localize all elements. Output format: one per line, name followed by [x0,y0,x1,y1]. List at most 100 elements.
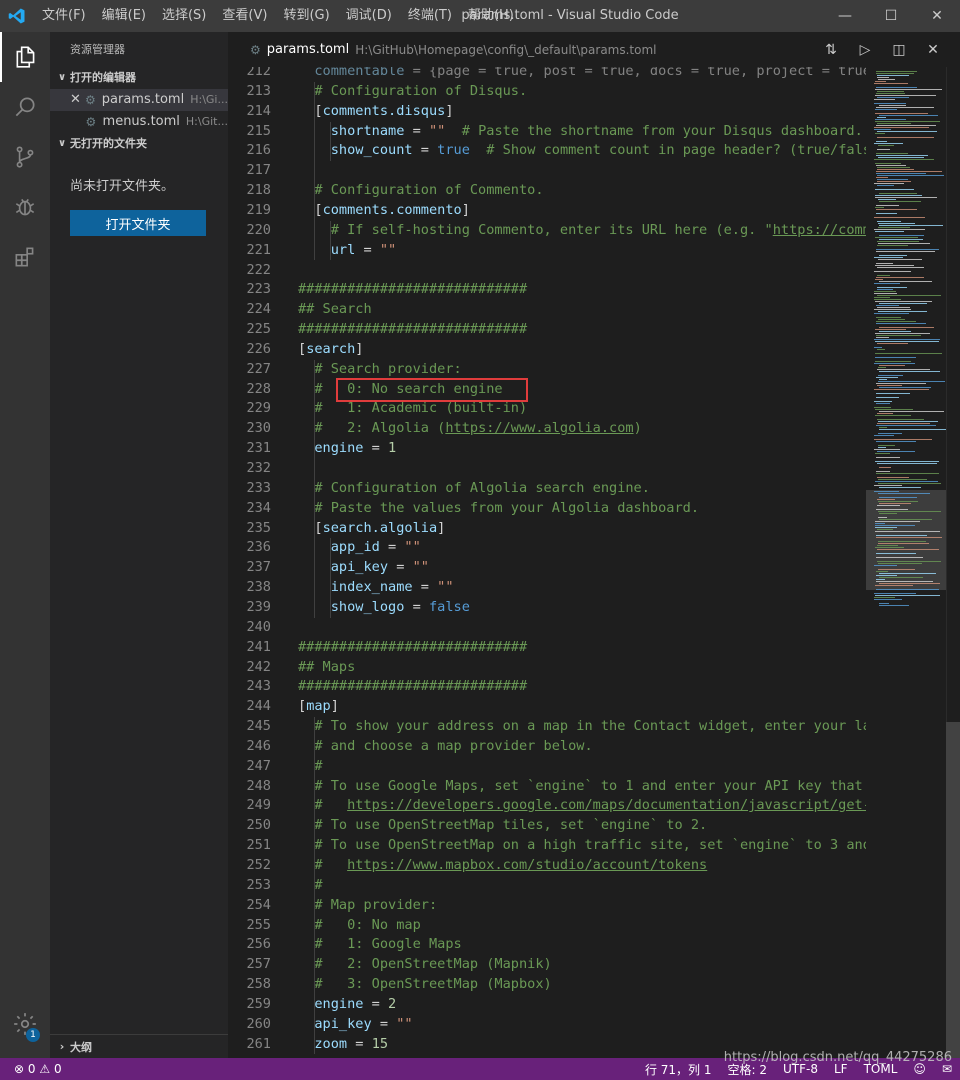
code-line[interactable]: 218 # Configuration of Commento. [228,181,866,201]
menu-help[interactable]: 帮助(H) [460,0,522,32]
code-line[interactable]: 258 # 3: OpenStreetMap (Mapbox) [228,975,866,995]
settings-gear-icon[interactable]: 1 [0,1004,50,1044]
code-line[interactable]: 257 # 2: OpenStreetMap (Mapnik) [228,955,866,975]
line-number: 215 [246,122,271,139]
code-line[interactable]: 256 # 1: Google Maps [228,935,866,955]
extensions-icon[interactable] [0,232,50,282]
code-line[interactable]: 215 shortname = "" # Paste the shortname… [228,122,866,142]
split-editor-icon[interactable]: ◫ [882,42,916,58]
code-line[interactable]: 247 # [228,757,866,777]
menu-debug[interactable]: 调试(D) [338,0,400,32]
problems-indicator[interactable]: ⊗ 0 ⚠ 0 [0,1062,62,1076]
code-line[interactable]: 249 # https://developers.google.com/maps… [228,796,866,816]
code-line[interactable]: 226 [search] [228,340,866,360]
code-line[interactable]: 227 # Search provider: [228,360,866,380]
code-line[interactable]: 246 # and choose a map provider below. [228,737,866,757]
code-line[interactable]: 259 engine = 2 [228,995,866,1015]
code-line[interactable]: 245 # To show your address on a map in t… [228,717,866,737]
warning-icon: ⚠ [39,1062,51,1076]
close-window-button[interactable]: ✕ [914,0,960,32]
minimap-line [874,485,902,486]
code-line[interactable]: 213 # Configuration of Disqus. [228,82,866,102]
code-line[interactable]: 250 # To use OpenStreetMap tiles, set `e… [228,816,866,836]
code-line[interactable]: 214 [comments.disqus] [228,102,866,122]
code-line[interactable]: 221 url = "" [228,241,866,261]
code-line[interactable]: 253 # [228,876,866,896]
code-line[interactable]: 255 # 0: No map [228,916,866,936]
search-icon[interactable] [0,82,50,132]
code-line[interactable]: 238 index_name = "" [228,578,866,598]
code-line[interactable]: 220 # If self-hosting Commento, enter it… [228,221,866,241]
code-line[interactable]: 233 # Configuration of Algolia search en… [228,479,866,499]
code-line[interactable]: 237 api_key = "" [228,558,866,578]
minimap[interactable] [866,67,946,1058]
code-line[interactable]: 236 app_id = "" [228,538,866,558]
cursor-position[interactable]: 行 71，列 1 [637,1061,720,1078]
explorer-icon[interactable] [0,32,50,82]
code-line[interactable]: 225 ############################ [228,320,866,340]
open-folder-button[interactable]: 打开文件夹 [70,210,206,236]
line-number: 255 [246,916,271,933]
menu-terminal[interactable]: 终端(T) [400,0,460,32]
code-line[interactable]: 241 ############################ [228,638,866,658]
open-editor-item[interactable]: ✕ ⚙ params.toml H:\Gi... [50,89,228,111]
outline-header[interactable]: › 大纲 [50,1034,228,1058]
minimap-line [876,457,900,458]
compare-changes-icon[interactable]: ⇅ [814,42,848,58]
menu-file[interactable]: 文件(F) [34,0,94,32]
code-line[interactable]: 232 [228,459,866,479]
code-line[interactable]: 230 # 2: Algolia (https://www.algolia.co… [228,419,866,439]
line-text: api_key = "" [314,1015,413,1032]
code-line[interactable]: 223 ############################ [228,280,866,300]
code-line[interactable]: 254 # Map provider: [228,896,866,916]
source-control-icon[interactable] [0,132,50,182]
run-icon[interactable]: ▷ [848,42,882,58]
minimap-line [879,235,924,236]
minimap-line [877,287,907,288]
code-line[interactable]: 219 [comments.commento] [228,201,866,221]
code-line[interactable]: 248 # To use Google Maps, set `engine` t… [228,777,866,797]
line-number: 222 [246,261,271,278]
code-line[interactable]: 244 [map] [228,697,866,717]
code-line[interactable]: 222 [228,261,866,281]
open-editors-header[interactable]: ∨ 打开的编辑器 [50,67,228,89]
minimap-line [875,341,939,342]
menu-edit[interactable]: 编辑(E) [94,0,154,32]
menu-go[interactable]: 转到(G) [275,0,337,32]
code-line[interactable]: 242 ## Maps [228,658,866,678]
code-line[interactable]: 229 # 1: Academic (built-in) [228,399,866,419]
code-line[interactable]: 240 [228,618,866,638]
minimap-line [879,605,909,606]
code-line[interactable]: 234 # Paste the values from your Algolia… [228,499,866,519]
code-line[interactable]: 251 # To use OpenStreetMap on a high tra… [228,836,866,856]
code-line[interactable]: 239 show_logo = false [228,598,866,618]
line-number: 224 [246,301,271,318]
minimize-button[interactable]: — [822,0,868,32]
no-folder-header[interactable]: ∨ 无打开的文件夹 [50,133,228,155]
code-line[interactable]: 252 # https://www.mapbox.com/studio/acco… [228,856,866,876]
close-icon[interactable]: ✕ [916,42,950,58]
debug-icon[interactable] [0,182,50,232]
code-line[interactable]: 235 [search.algolia] [228,519,866,539]
menu-view[interactable]: 查看(V) [214,0,275,32]
open-editor-item[interactable]: ✕ ⚙ menus.toml H:\Git... [50,111,228,133]
code-line[interactable]: 260 api_key = "" [228,1015,866,1035]
close-icon[interactable]: ✕ [68,89,83,111]
line-number: 244 [246,698,271,715]
code-line[interactable]: 224 ## Search [228,300,866,320]
menu-selection[interactable]: 选择(S) [154,0,214,32]
minimap-line [874,565,897,566]
scrollbar-thumb[interactable] [946,722,960,1058]
minimap-line [879,387,931,388]
tab-params-toml[interactable]: ⚙ params.toml H:\GitHub\Homepage\config\… [228,32,657,67]
code-line[interactable]: 243 ############################ [228,677,866,697]
code-line[interactable]: 228 # 0: No search engine [228,380,866,400]
code-line[interactable]: 212 commentable = {page = true, post = t… [228,67,866,82]
minimap-line [877,267,924,268]
maximize-button[interactable]: ☐ [868,0,914,32]
code-line[interactable]: 231 engine = 1 [228,439,866,459]
minimap-line [876,535,927,536]
code-line[interactable]: 216 show_count = true # Show comment cou… [228,141,866,161]
code-line[interactable]: 217 [228,161,866,181]
code-editor[interactable]: 212 commentable = {page = true, post = t… [228,67,866,1058]
